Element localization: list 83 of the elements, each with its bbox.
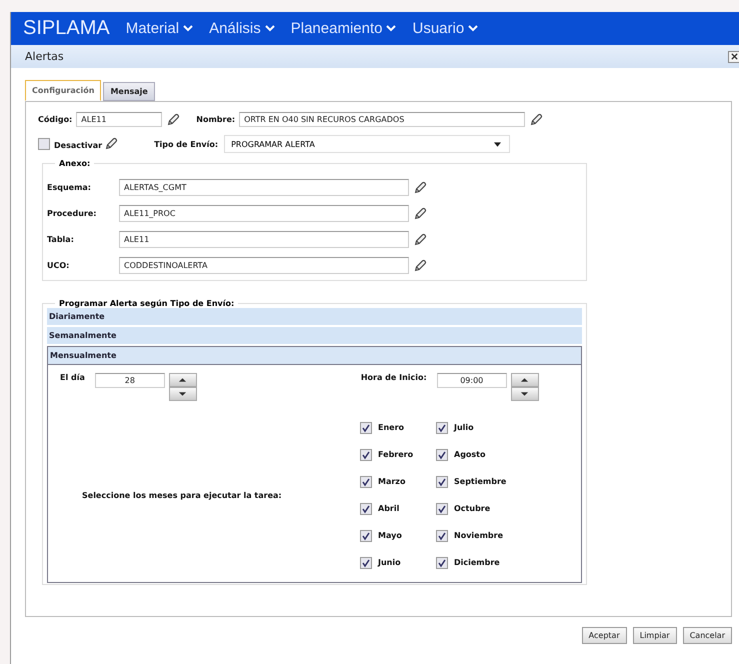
text-field[interactable]: ALE11_PROC bbox=[119, 205, 409, 222]
field-label: Tabla: bbox=[47, 235, 75, 244]
field-label: Esquema: bbox=[47, 183, 92, 192]
text-field[interactable]: ALE11 bbox=[119, 231, 409, 248]
nav-menu[interactable]: Material bbox=[126, 20, 194, 37]
field-label: Tipo de Envío: bbox=[154, 140, 218, 148]
checkbox-label: Desactivar bbox=[54, 141, 102, 150]
checkbox[interactable] bbox=[360, 422, 372, 434]
down-arrow-icon bbox=[178, 392, 188, 396]
checkbox-label: Noviembre bbox=[454, 531, 504, 540]
dropdown-arrow-icon bbox=[494, 142, 502, 146]
time-field[interactable]: 09:00 bbox=[436, 373, 507, 388]
day-field[interactable]: 28 bbox=[94, 373, 165, 388]
checkbox-label: Junio bbox=[378, 558, 401, 567]
checkbox[interactable] bbox=[360, 502, 372, 514]
checkbox[interactable] bbox=[436, 422, 448, 434]
checkbox[interactable] bbox=[436, 448, 448, 460]
chevron-down-icon bbox=[264, 25, 275, 32]
accordion-header[interactable]: Mensualmente bbox=[47, 346, 582, 365]
close-icon bbox=[730, 53, 738, 60]
pencil-icon[interactable] bbox=[104, 137, 118, 151]
checkbox[interactable] bbox=[360, 556, 372, 568]
checkbox-label: Octubre bbox=[454, 504, 490, 513]
field-label: Código: bbox=[38, 115, 72, 124]
field-label: UCO: bbox=[47, 261, 70, 270]
field-label: Nombre: bbox=[196, 115, 236, 124]
months-label: Seleccione los meses para ejecutar la tarea: bbox=[81, 490, 283, 500]
checkbox[interactable] bbox=[436, 556, 448, 568]
checkbox-label: Agosto bbox=[454, 450, 486, 459]
up-arrow-icon bbox=[520, 378, 530, 382]
checkbox-label: Marzo bbox=[378, 477, 406, 486]
dialog-title: Alertas bbox=[25, 50, 64, 63]
checkbox-label: Abril bbox=[378, 504, 400, 513]
pencil-icon[interactable] bbox=[166, 112, 180, 126]
pencil-icon[interactable] bbox=[413, 232, 427, 246]
name-field[interactable]: ORTR EN O40 SIN RECUROS CARGADOS bbox=[239, 112, 526, 127]
accordion-header[interactable]: Semanalmente bbox=[47, 327, 582, 344]
code-field[interactable]: ALE11 bbox=[76, 112, 162, 127]
pencil-icon[interactable] bbox=[413, 180, 427, 194]
chevron-down-icon bbox=[468, 25, 478, 32]
app-title: SIPLAMA bbox=[23, 17, 110, 40]
field-label: El día bbox=[60, 373, 85, 382]
nav-menu[interactable]: Planeamiento bbox=[290, 20, 396, 37]
accordion-header[interactable]: Diariamente bbox=[47, 308, 582, 325]
tab[interactable]: Configuración bbox=[25, 80, 102, 101]
checkbox-label: Julio bbox=[454, 423, 474, 432]
text-field[interactable]: ALERTAS_CGMT bbox=[119, 179, 409, 196]
checkbox[interactable] bbox=[436, 502, 448, 514]
checkbox-label: Mayo bbox=[378, 531, 402, 540]
checkbox[interactable] bbox=[38, 138, 50, 150]
group-legend: Programar Alerta según Tipo de Envío: bbox=[55, 299, 238, 308]
group-legend: Anexo: bbox=[55, 159, 94, 168]
pencil-icon[interactable] bbox=[529, 112, 544, 126]
send-type-dropdown[interactable]: PROGRAMAR ALERTA bbox=[224, 135, 510, 153]
spin-down-button[interactable] bbox=[168, 387, 197, 401]
checkbox[interactable] bbox=[436, 530, 448, 542]
checkbox[interactable] bbox=[360, 476, 372, 488]
up-arrow-icon bbox=[178, 378, 188, 382]
close-button[interactable] bbox=[728, 50, 739, 62]
field-label: Hora de Inicio: bbox=[360, 373, 427, 382]
pencil-icon[interactable] bbox=[413, 206, 427, 220]
checkbox[interactable] bbox=[360, 530, 372, 542]
field-label: Procedure: bbox=[47, 209, 98, 218]
text-field[interactable]: CODDESTINOALERTA bbox=[119, 257, 409, 274]
nav-menu[interactable]: Análisis bbox=[209, 20, 275, 37]
spin-up-button[interactable] bbox=[510, 373, 539, 387]
spin-down-button[interactable] bbox=[510, 387, 539, 401]
tab[interactable]: Mensaje bbox=[103, 82, 155, 101]
checkbox-label: Diciembre bbox=[454, 558, 500, 567]
down-arrow-icon bbox=[520, 392, 530, 396]
dialog-button[interactable]: Limpiar bbox=[632, 627, 677, 644]
spin-up-button[interactable] bbox=[168, 373, 197, 387]
chevron-down-icon bbox=[183, 25, 194, 32]
chevron-down-icon bbox=[386, 25, 396, 32]
dialog-button[interactable]: Cancelar bbox=[682, 627, 732, 644]
checkbox-label: Enero bbox=[378, 423, 404, 432]
checkbox[interactable] bbox=[436, 476, 448, 488]
checkbox-label: Septiembre bbox=[454, 477, 506, 486]
checkbox[interactable] bbox=[360, 448, 372, 460]
nav-menu[interactable]: Usuario bbox=[412, 20, 478, 37]
dialog-button[interactable]: Aceptar bbox=[582, 627, 627, 644]
checkbox-label: Febrero bbox=[378, 450, 414, 459]
pencil-icon[interactable] bbox=[413, 258, 427, 272]
